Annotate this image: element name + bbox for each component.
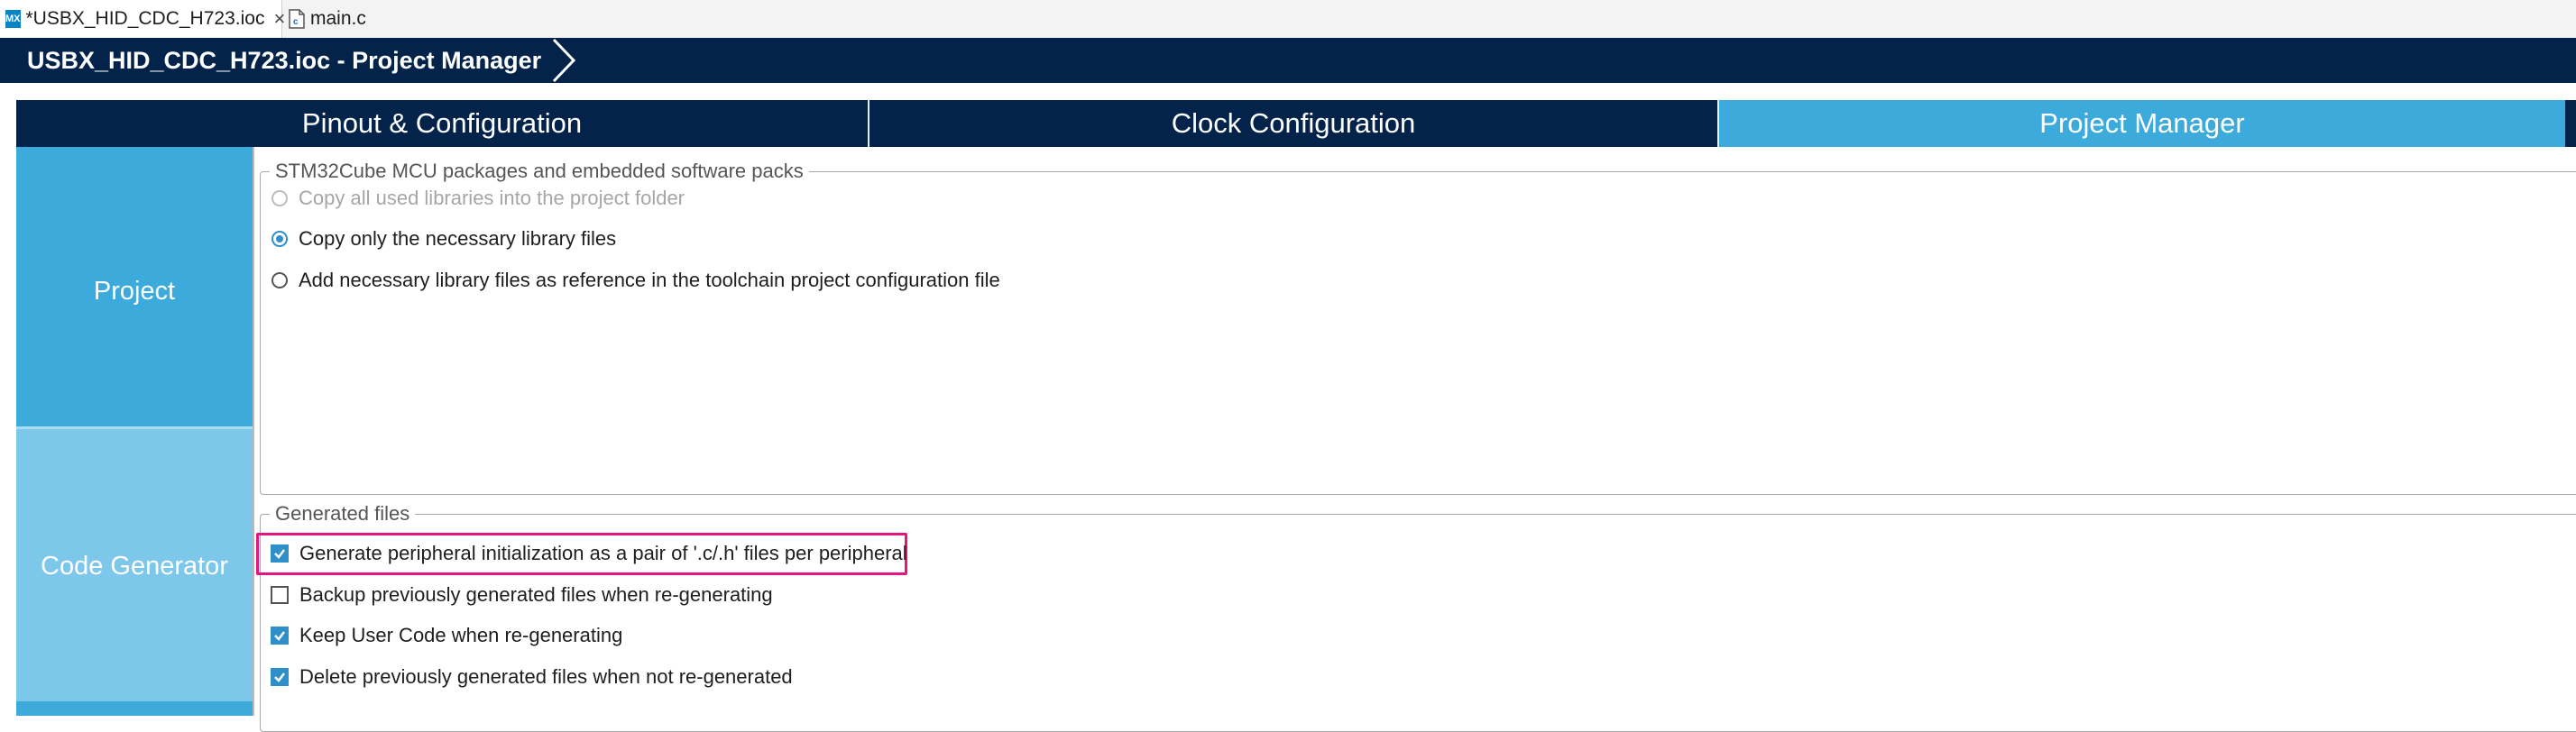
editor-tab-ioc-label: *USBX_HID_CDC_H723.ioc — [25, 8, 265, 29]
nav-item-code-generator[interactable]: Code Generator — [16, 426, 253, 704]
copy-all-libraries-radio[interactable] — [271, 190, 288, 206]
nav-item-project[interactable]: Project — [16, 156, 253, 426]
backup-generated-files-option[interactable]: Backup previously generated files when r… — [271, 583, 773, 607]
nav-item-next[interactable] — [16, 701, 253, 716]
mx-icon: MX — [5, 10, 21, 28]
editor-tab-ioc[interactable]: MX *USBX_HID_CDC_H723.ioc × — [0, 0, 285, 38]
checkmark-icon — [274, 549, 285, 559]
page-title: USBX_HID_CDC_H723.ioc - Project Manager — [27, 47, 542, 74]
delete-generated-files-checkbox[interactable] — [271, 668, 289, 686]
generate-peripheral-pair-label: Generate peripheral initialization as a … — [299, 542, 907, 564]
keep-user-code-option[interactable]: Keep User Code when re-generating — [271, 624, 622, 647]
breadcrumb-chevron-icon — [552, 38, 576, 83]
backup-generated-files-label: Backup previously generated files when r… — [299, 583, 773, 606]
title-bar: USBX_HID_CDC_H723.ioc - Project Manager — [0, 38, 2576, 83]
editor-tab-strip: MX *USBX_HID_CDC_H723.ioc × c main.c — [0, 0, 2576, 39]
tab-pinout-configuration[interactable]: Pinout & Configuration — [16, 100, 868, 147]
backup-generated-files-checkbox[interactable] — [271, 586, 289, 604]
keep-user-code-checkbox[interactable] — [271, 627, 289, 645]
delete-generated-files-label: Delete previously generated files when n… — [299, 665, 793, 688]
add-as-reference-radio[interactable] — [271, 272, 288, 288]
keep-user-code-label: Keep User Code when re-generating — [299, 624, 623, 646]
copy-necessary-option[interactable]: Copy only the necessary library files — [271, 227, 616, 251]
editor-tab-main-c[interactable]: c main.c — [281, 0, 381, 38]
copy-necessary-radio[interactable] — [271, 231, 288, 247]
add-as-reference-option[interactable]: Add necessary library files as reference… — [271, 269, 1000, 292]
side-nav: Project Code Generator — [16, 147, 253, 716]
nav-item-project-label: Project — [93, 276, 176, 306]
copy-necessary-label: Copy only the necessary library files — [299, 227, 617, 250]
copy-all-libraries-option[interactable]: Copy all used libraries into the project… — [271, 187, 685, 210]
checkmark-icon — [274, 631, 285, 641]
nav-item-code-generator-label: Code Generator — [41, 552, 228, 581]
packages-group-title: STM32Cube MCU packages and embedded soft… — [270, 160, 809, 183]
generate-peripheral-pair-option[interactable]: Generate peripheral initialization as a … — [271, 542, 907, 565]
svg-text:c: c — [293, 17, 299, 27]
generated-files-group-title: Generated files — [270, 502, 416, 526]
tab-project-manager[interactable]: Project Manager — [1719, 100, 2565, 147]
generate-peripheral-pair-checkbox[interactable] — [271, 544, 289, 563]
content-panel: STM32Cube MCU packages and embedded soft… — [253, 147, 2576, 732]
c-file-icon: c — [289, 9, 305, 29]
tab-clock-configuration[interactable]: Clock Configuration — [869, 100, 1717, 147]
tab-overflow — [2565, 100, 2576, 147]
add-as-reference-label: Add necessary library files as reference… — [299, 269, 1000, 291]
packages-group: STM32Cube MCU packages and embedded soft… — [260, 160, 2576, 495]
editor-tab-main-c-label: main.c — [310, 8, 366, 29]
checkmark-icon — [274, 673, 285, 682]
copy-all-libraries-label: Copy all used libraries into the project… — [299, 187, 685, 209]
delete-generated-files-option[interactable]: Delete previously generated files when n… — [271, 665, 793, 689]
